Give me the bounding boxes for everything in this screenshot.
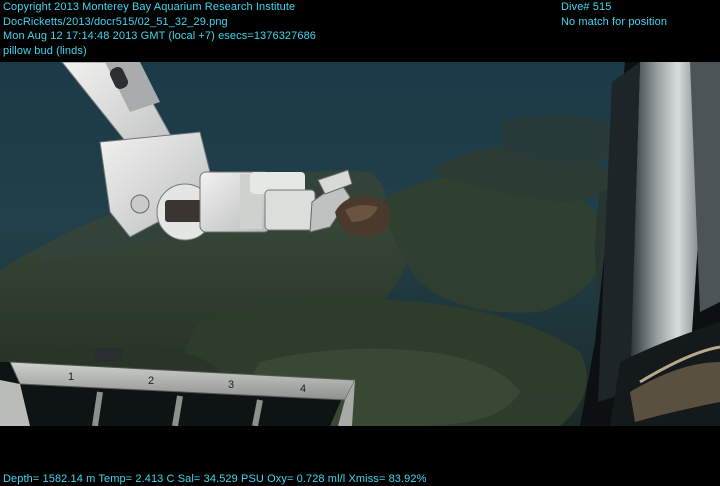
timestamp-text: Mon Aug 12 17:14:48 2013 GMT (local +7) … — [3, 30, 317, 42]
seafloor-scene: 1 2 3 4 — [0, 62, 720, 426]
metadata-overlay-top-left: Copyright 2013 Monterey Bay Aquarium Res… — [3, 0, 316, 58]
tray-label-2: 2 — [148, 375, 154, 387]
annotation-text: pillow bud (linds) — [3, 44, 87, 57]
video-frame: 1 2 3 4 Copyright 2013 Monterey Bay Aqua… — [0, 0, 720, 486]
tray-label-3: 3 — [228, 379, 234, 391]
telemetry-readout: Depth= 1582.14 m Temp= 2.413 C Sal= 34.5… — [3, 473, 427, 485]
tray-label-4: 4 — [300, 383, 306, 395]
dive-number-text: Dive# 515 — [561, 1, 612, 13]
metadata-overlay-top-right: Dive# 515 No match for position — [561, 0, 667, 29]
position-status-text: No match for position — [561, 15, 668, 28]
tray-label-1: 1 — [68, 371, 74, 383]
copyright-text: Copyright 2013 Monterey Bay Aquarium Res… — [3, 1, 296, 13]
file-path-text: DocRicketts/2013/docr515/02_51_32_29.png — [3, 15, 228, 28]
seafloor-camera-view: 1 2 3 4 — [0, 62, 720, 426]
